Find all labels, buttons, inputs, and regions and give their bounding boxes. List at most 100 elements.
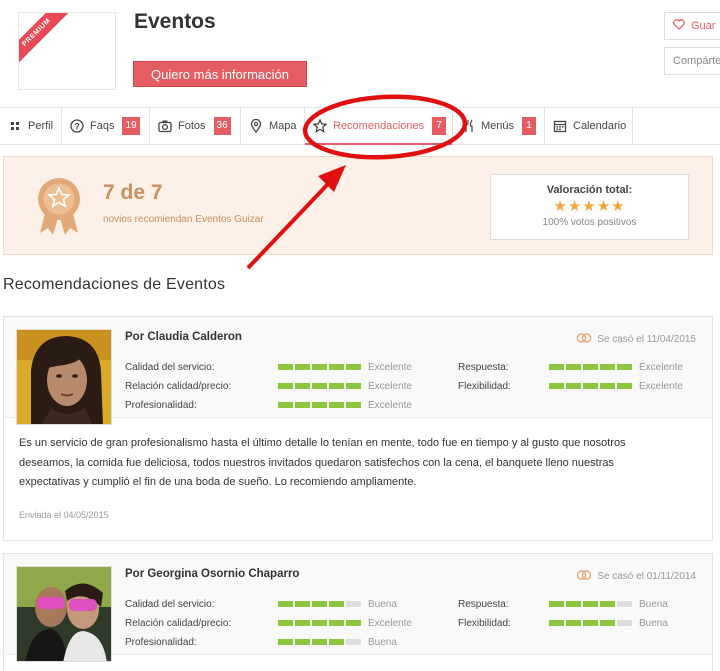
rating-bar bbox=[278, 639, 361, 645]
count-badge: 36 bbox=[213, 117, 231, 135]
heart-icon bbox=[673, 19, 685, 30]
tab-faqs[interactable]: ? Faqs 19 bbox=[62, 108, 150, 144]
criterion-label: Flexibilidad: bbox=[458, 381, 511, 392]
medal-icon bbox=[38, 178, 80, 235]
criterion-value: Excelente bbox=[368, 362, 412, 373]
recommend-subtitle: novios recomiendan Eventos Guizar bbox=[103, 214, 264, 225]
rating-bar bbox=[549, 601, 632, 607]
rings-icon bbox=[577, 570, 592, 580]
rating-subtitle: 100% votos positivos bbox=[542, 217, 637, 228]
star-icon: ★ bbox=[611, 198, 626, 215]
svg-text:?: ? bbox=[74, 122, 80, 132]
criterion-value: Excelente bbox=[368, 618, 412, 629]
request-info-button[interactable]: Quiero más información bbox=[133, 61, 307, 87]
criterion-label: Profesionalidad: bbox=[125, 400, 197, 411]
question-icon: ? bbox=[70, 119, 84, 133]
criterion-label: Calidad del servicio: bbox=[125, 362, 215, 373]
count-badge: 19 bbox=[122, 117, 140, 135]
criterion-label: Relación calidad/precio: bbox=[125, 381, 232, 392]
criterion-value: Buena bbox=[639, 599, 668, 610]
criterion-value: Excelente bbox=[639, 381, 683, 392]
rating-bar bbox=[549, 620, 632, 626]
tab-label: Fotos bbox=[178, 120, 206, 132]
rating-title: Valoración total: bbox=[546, 184, 633, 196]
premium-ribbon: PREMIUM bbox=[19, 13, 71, 67]
star-icon: ★ bbox=[582, 198, 597, 215]
review-line: deseamos, la comida fue deliciosa, todos… bbox=[19, 456, 614, 469]
review-header: Por Georgina Osornio Chaparro Se casó el… bbox=[4, 554, 712, 662]
criterion-label: Relación calidad/precio: bbox=[125, 618, 232, 629]
save-label: Guar bbox=[691, 20, 716, 32]
tab-calendario[interactable]: Calendario bbox=[545, 108, 633, 144]
reviewer-name[interactable]: Por Claudia Calderon bbox=[125, 331, 242, 343]
tab-label: Calendario bbox=[573, 120, 627, 132]
recommend-count: 7 de 7 bbox=[103, 181, 163, 204]
calendar-icon bbox=[553, 120, 567, 133]
rating-bar bbox=[278, 364, 361, 370]
rating-bar bbox=[549, 383, 632, 389]
wedding-date: Se casó el 11/04/2015 bbox=[576, 333, 696, 345]
sent-date: Enviada el 04/05/2015 bbox=[19, 510, 109, 520]
tab-label: Recomendaciones bbox=[333, 120, 425, 132]
wedding-date-text: Se casó el 01/11/2014 bbox=[597, 571, 696, 582]
tab-label: Mapa bbox=[269, 120, 297, 132]
save-button[interactable]: Guar bbox=[664, 12, 720, 40]
star-icon: ★ bbox=[596, 198, 612, 215]
rating-bar bbox=[278, 402, 361, 408]
star-icon bbox=[313, 119, 327, 133]
tab-mapa[interactable]: Mapa bbox=[241, 108, 305, 144]
criterion-label: Profesionalidad: bbox=[125, 637, 197, 648]
page-title: Eventos bbox=[134, 10, 216, 33]
tab-perfil[interactable]: Perfil bbox=[0, 108, 62, 144]
avatar-photo bbox=[17, 567, 111, 661]
criterion-value: Buena bbox=[639, 618, 668, 629]
count-badge: 1 bbox=[522, 117, 537, 135]
rating-bar bbox=[278, 383, 361, 389]
review-card: Por Claudia Calderon Se casó el 11/04/20… bbox=[3, 316, 713, 541]
rating-bar bbox=[278, 601, 361, 607]
reviewer-name[interactable]: Por Georgina Osornio Chaparro bbox=[125, 568, 299, 580]
tab-label: Faqs bbox=[90, 120, 115, 132]
tab-recomendaciones[interactable]: Recomendaciones 7 bbox=[305, 108, 453, 145]
avatar[interactable] bbox=[16, 329, 112, 425]
tab-label: Perfil bbox=[28, 120, 54, 132]
rings-icon bbox=[577, 333, 592, 343]
camera-icon bbox=[158, 120, 172, 133]
criterion-label: Respuesta: bbox=[458, 362, 509, 373]
review-header: Por Claudia Calderon Se casó el 11/04/20… bbox=[4, 317, 712, 425]
cutlery-icon bbox=[463, 119, 473, 132]
review-line: expectativas y cumplió el fin de una bod… bbox=[19, 476, 417, 488]
total-rating-box: Valoración total: ★★★★★ 100% votos posit… bbox=[490, 174, 689, 240]
vendor-logo[interactable]: PREMIUM bbox=[18, 12, 116, 90]
criterion-value: Buena bbox=[368, 599, 397, 610]
criterion-value: Excelente bbox=[639, 362, 683, 373]
tab-label: Menús bbox=[481, 120, 515, 132]
share-label: Compártel bbox=[673, 55, 720, 67]
profile-tabs: Perfil ? Faqs 19 Fotos 36 Mapa Recomenda… bbox=[0, 107, 720, 145]
review-text: Es un servicio de gran profesionalismo h… bbox=[19, 434, 699, 493]
section-title: Recomendaciones de Eventos bbox=[3, 276, 226, 293]
criterion-value: Excelente bbox=[368, 400, 412, 411]
grid-icon bbox=[11, 122, 19, 130]
rating-bar bbox=[549, 364, 632, 370]
vendor-header: PREMIUM Eventos Quiero más información G… bbox=[0, 0, 720, 108]
star-icon: ★ bbox=[553, 198, 568, 215]
criterion-value: Excelente bbox=[368, 381, 412, 392]
tab-fotos[interactable]: Fotos 36 bbox=[150, 108, 241, 144]
criterion-value: Buena bbox=[368, 637, 397, 648]
rating-bar bbox=[278, 620, 361, 626]
avatar-photo bbox=[17, 330, 111, 424]
rating-stars: ★★★★★ bbox=[491, 199, 688, 214]
avatar[interactable] bbox=[16, 566, 112, 662]
review-line: Es un servicio de gran profesionalismo h… bbox=[19, 437, 626, 449]
wedding-date: Se casó el 01/11/2014 bbox=[576, 570, 696, 582]
recommendation-summary: 7 de 7 novios recomiendan Eventos Guizar… bbox=[3, 156, 713, 255]
review-card: Por Georgina Osornio Chaparro Se casó el… bbox=[3, 553, 713, 671]
criterion-label: Calidad del servicio: bbox=[125, 599, 215, 610]
share-button[interactable]: Compártel bbox=[664, 47, 720, 75]
tab-menus[interactable]: Menús 1 bbox=[453, 108, 545, 144]
criterion-label: Flexibilidad: bbox=[458, 618, 511, 629]
map-pin-icon bbox=[250, 119, 262, 133]
criterion-label: Respuesta: bbox=[458, 599, 509, 610]
star-icon: ★ bbox=[567, 198, 583, 215]
